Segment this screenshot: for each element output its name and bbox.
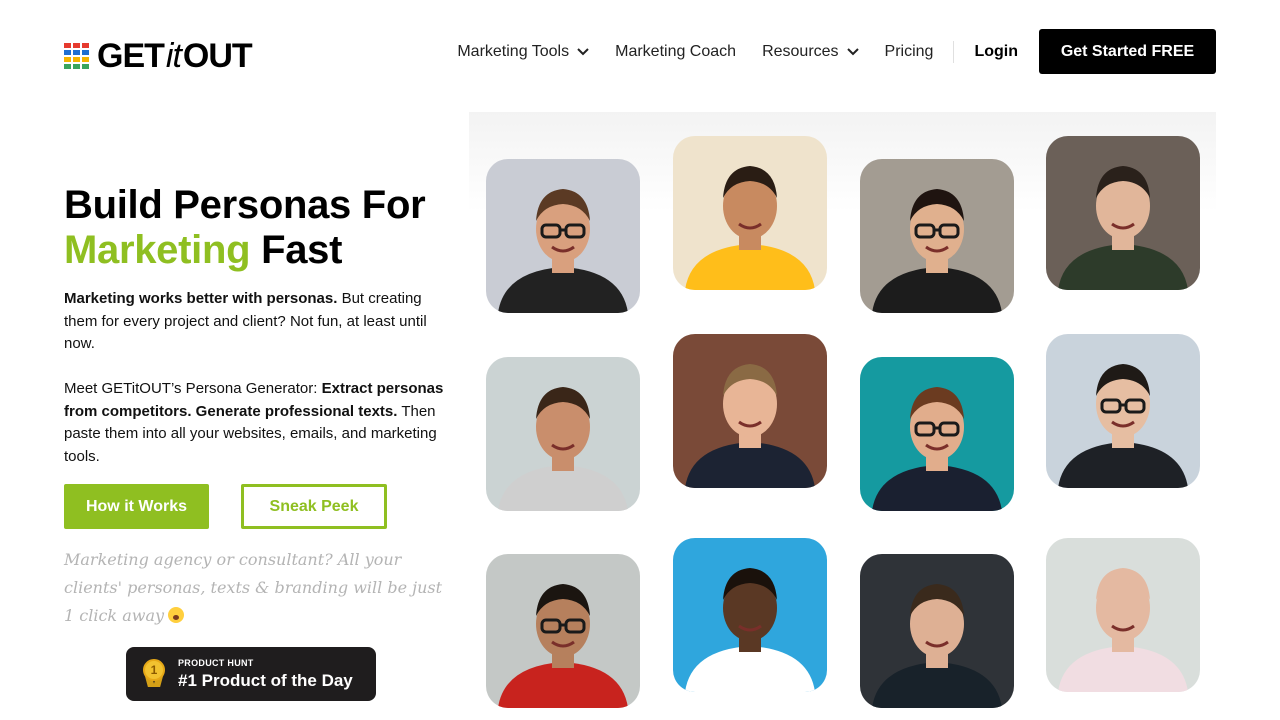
persona-3-photo <box>860 159 1014 313</box>
hero-p2-intro: Meet GETitOUT’s Persona Generator: <box>64 380 318 397</box>
product-hunt-label: PRODUCT HUNT <box>178 657 254 668</box>
logo-mark-icon <box>64 43 89 69</box>
product-hunt-award: #1 Product of the Day <box>178 670 353 690</box>
nav-label: Marketing Coach <box>615 42 737 60</box>
persona-8-photo <box>1046 334 1200 488</box>
agency-note-text: Marketing agency or consultant? All your… <box>64 550 443 625</box>
persona-1-photo <box>486 159 640 313</box>
nav-marketing-tools[interactable]: Marketing Tools <box>457 43 589 61</box>
hero-paragraph-1: Marketing works better with personas. Bu… <box>64 288 444 356</box>
persona-7-photo <box>860 357 1014 511</box>
logo-wordmark: GETitOUT <box>97 36 253 75</box>
nav-pricing[interactable]: Pricing <box>885 43 934 61</box>
persona-10-photo <box>673 538 827 692</box>
hero-title-line1: Build Personas For <box>64 183 426 227</box>
product-hunt-badge[interactable]: 1 PRODUCT HUNT #1 Product of the Day <box>126 647 376 701</box>
get-started-button[interactable]: Get Started FREE <box>1039 29 1216 74</box>
hero-paragraph-2: Meet GETitOUT’s Persona Generator: Extra… <box>64 378 444 468</box>
nav-divider <box>953 40 955 63</box>
sneak-peek-button[interactable]: Sneak Peek <box>241 484 387 529</box>
logo[interactable]: GETitOUT <box>64 36 253 75</box>
hero-title: Build Personas For Marketing Fast <box>64 183 454 273</box>
nav-marketing-coach[interactable]: Marketing Coach <box>615 43 736 61</box>
main-nav: Marketing Tools Marketing Coach Resource… <box>431 29 1216 74</box>
how-it-works-button[interactable]: How it Works <box>64 484 209 529</box>
nav-label: Pricing <box>884 42 934 60</box>
nav-label: Marketing Tools <box>457 42 570 60</box>
hero-title-rest: Fast <box>261 228 343 272</box>
login-link[interactable]: Login <box>974 43 1018 61</box>
mind-blown-emoji-icon <box>168 607 185 623</box>
agency-note: Marketing agency or consultant? All your… <box>64 546 444 630</box>
medal-number: 1 <box>143 659 165 681</box>
persona-11-photo <box>860 554 1014 708</box>
persona-4-photo <box>1046 136 1200 290</box>
chevron-down-icon <box>577 47 589 55</box>
hero-p1-bold: Marketing works better with personas. <box>64 290 338 307</box>
persona-5-photo <box>486 357 640 511</box>
persona-2-photo <box>673 136 827 290</box>
persona-9-photo <box>486 554 640 708</box>
hero-title-accent: Marketing <box>64 228 251 272</box>
persona-6-photo <box>673 334 827 488</box>
medal-icon: 1 <box>142 659 166 689</box>
nav-resources[interactable]: Resources <box>762 42 859 61</box>
nav-label: Resources <box>762 42 839 60</box>
chevron-down-icon <box>846 47 859 55</box>
persona-12-photo <box>1046 538 1200 692</box>
